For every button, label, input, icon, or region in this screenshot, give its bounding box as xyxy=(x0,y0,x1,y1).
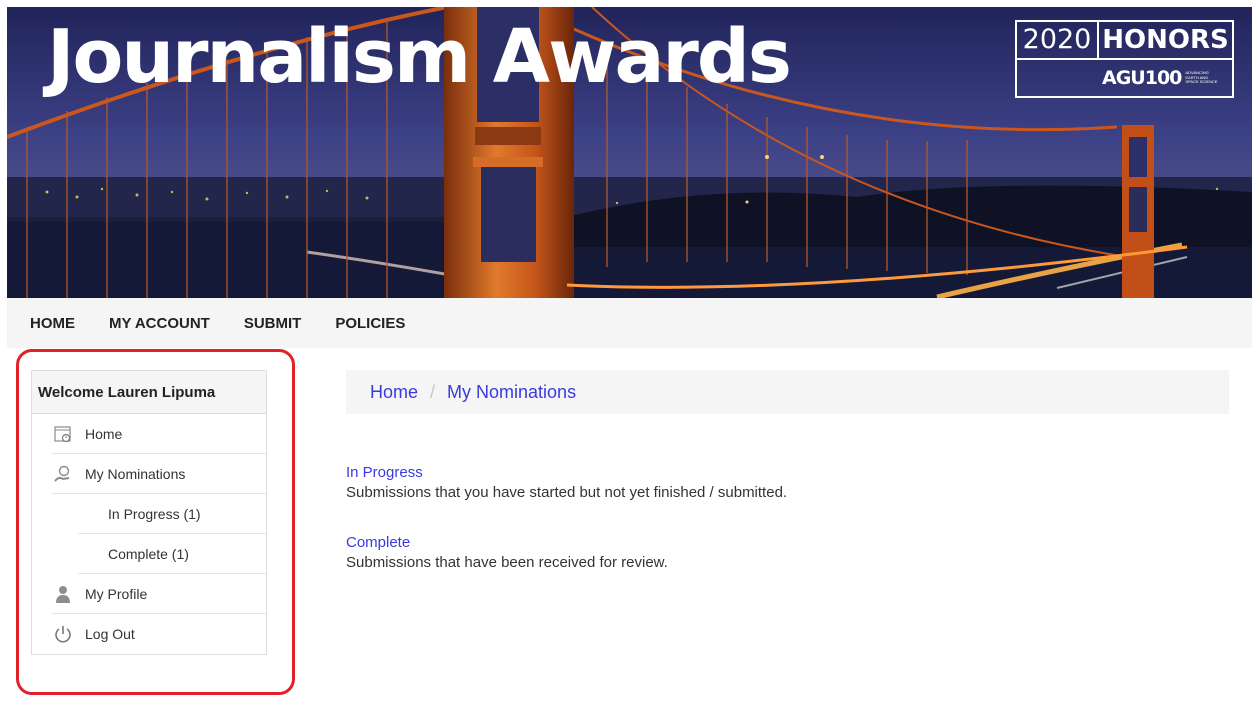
breadcrumb: Home / My Nominations xyxy=(346,370,1229,414)
honors-logo: 2020 HONORS AGU100 ADVANCING EARTH AND S… xyxy=(1015,20,1234,98)
sidebar-item-log-out[interactable]: Log Out xyxy=(52,614,266,654)
welcome-heading: Welcome Lauren Lipuma xyxy=(32,371,266,414)
honors-year: 2020 xyxy=(1017,22,1099,58)
nav-submit[interactable]: SUBMIT xyxy=(244,315,302,332)
breadcrumb-my-nominations[interactable]: My Nominations xyxy=(447,382,576,403)
sidebar-item-label: My Nominations xyxy=(85,465,186,482)
sidebar-item-label: Home xyxy=(85,425,123,442)
top-navigation: HOME MY ACCOUNT SUBMIT POLICIES xyxy=(7,298,1252,348)
home-icon xyxy=(52,423,74,445)
banner-title: Journalism Awards xyxy=(47,14,792,100)
in-progress-link[interactable]: In Progress xyxy=(346,463,787,483)
sidebar-item-my-profile[interactable]: My Profile xyxy=(52,574,266,614)
nav-my-account[interactable]: MY ACCOUNT xyxy=(109,315,210,332)
agu-logo: AGU100 xyxy=(1102,67,1182,89)
sidebar-item-home[interactable]: Home xyxy=(52,414,266,454)
breadcrumb-home[interactable]: Home xyxy=(370,382,418,403)
nav-policies[interactable]: POLICIES xyxy=(335,315,405,332)
complete-description: Submissions that have been received for … xyxy=(346,554,668,571)
sidebar-item-in-progress[interactable]: In Progress (1) xyxy=(78,494,266,534)
sidebar-item-label: My Profile xyxy=(85,585,148,602)
account-sidebar: Welcome Lauren Lipuma Home My Nomination… xyxy=(31,370,267,655)
nominations-icon xyxy=(52,463,74,485)
sidebar-item-label: Complete (1) xyxy=(108,545,189,562)
nav-home[interactable]: HOME xyxy=(30,315,75,332)
section-complete: Complete Submissions that have been rece… xyxy=(346,533,668,573)
sidebar-item-label: In Progress (1) xyxy=(108,505,201,522)
agu-tagline: ADVANCING EARTH AND SPACE SCIENCE xyxy=(1185,70,1218,85)
section-in-progress: In Progress Submissions that you have st… xyxy=(346,463,787,503)
sidebar-item-complete[interactable]: Complete (1) xyxy=(78,534,266,574)
profile-icon xyxy=(52,583,74,605)
header-banner: Journalism Awards 2020 HONORS AGU100 ADV… xyxy=(7,7,1252,298)
sidebar-item-label: Log Out xyxy=(85,626,135,642)
honors-word: HONORS xyxy=(1102,25,1229,55)
in-progress-description: Submissions that you have started but no… xyxy=(346,484,788,501)
breadcrumb-separator: / xyxy=(430,381,436,402)
sidebar-item-my-nominations[interactable]: My Nominations xyxy=(52,454,266,494)
complete-link[interactable]: Complete xyxy=(346,533,668,553)
power-icon xyxy=(52,623,74,645)
